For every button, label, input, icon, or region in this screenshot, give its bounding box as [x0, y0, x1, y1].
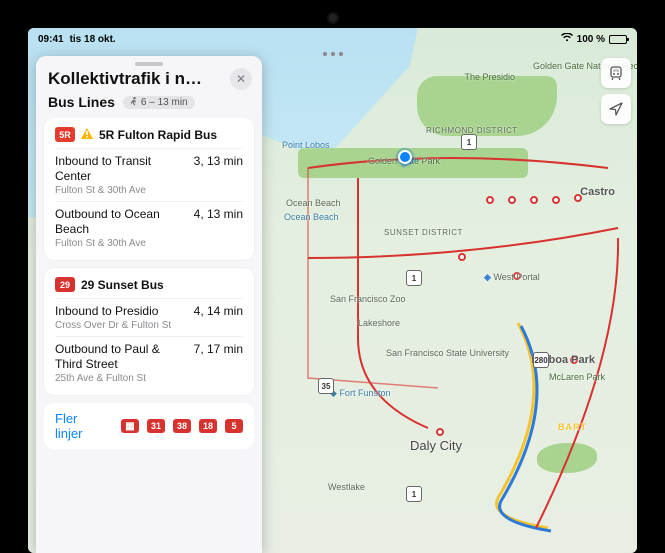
- map-controls: [601, 58, 631, 124]
- map-label: SUNSET DISTRICT: [384, 228, 463, 237]
- close-button[interactable]: ✕: [230, 68, 252, 90]
- walk-time-chip: 6 – 13 min: [123, 96, 195, 109]
- highway-shield: 1: [406, 486, 422, 502]
- bus-line-card[interactable]: 29 29 Sunset Bus Inbound to Presidio Cro…: [44, 268, 254, 395]
- direction-row[interactable]: Outbound to Ocean Beach Fulton St & 30th…: [55, 201, 243, 254]
- direction-row[interactable]: Inbound to Presidio Cross Over Dr & Fult…: [55, 298, 243, 336]
- direction-title: Inbound to Presidio: [55, 304, 186, 319]
- multitask-dots-icon[interactable]: [323, 52, 343, 56]
- wifi-icon: [561, 33, 573, 45]
- map-label: Lakeshore: [358, 318, 400, 328]
- user-location-dot[interactable]: [398, 150, 412, 164]
- direction-row[interactable]: Inbound to Transit Center Fulton St & 30…: [55, 148, 243, 201]
- panel-grabber[interactable]: [135, 62, 163, 66]
- transit-stop[interactable]: [436, 428, 444, 436]
- transit-stop[interactable]: [508, 196, 516, 204]
- line-badge: ▦: [121, 419, 139, 433]
- line-badge: 29: [55, 277, 75, 292]
- device-frame: 09:41 tis 18 okt. 100 %: [0, 0, 665, 553]
- transit-stop[interactable]: [552, 196, 560, 204]
- status-bar: 09:41 tis 18 okt. 100 %: [28, 28, 637, 48]
- alert-icon: [81, 128, 93, 142]
- map-label: Golden Gate National Recreation Area: [533, 62, 603, 71]
- status-date: tis 18 okt.: [70, 34, 116, 45]
- locate-me-button[interactable]: [601, 94, 631, 124]
- map-label: San Francisco State University: [386, 348, 466, 358]
- more-lines-row[interactable]: Fler linjer ▦ 31 38 18 5: [44, 403, 254, 449]
- map-label: Ocean Beach: [284, 212, 339, 222]
- map-label: Westlake: [328, 482, 365, 492]
- direction-title: Inbound to Transit Center: [55, 154, 186, 184]
- line-badge: 38: [173, 419, 191, 433]
- line-badge: 5: [225, 419, 243, 433]
- map-label: Ocean Beach: [286, 198, 341, 208]
- line-badge: 18: [199, 419, 217, 433]
- battery-icon: [609, 35, 627, 44]
- line-name: 29 Sunset Bus: [81, 278, 164, 292]
- direction-stop: Fulton St & 30th Ave: [55, 238, 186, 249]
- map-label: ◆ Fort Funston: [330, 388, 390, 399]
- direction-stop: Cross Over Dr & Fulton St: [55, 320, 186, 331]
- map-label: ◈ West Portal: [484, 272, 540, 283]
- direction-title: Outbound to Paul & Third Street: [55, 342, 186, 372]
- walk-icon: [130, 97, 138, 107]
- transit-stop[interactable]: [486, 196, 494, 204]
- direction-title: Outbound to Ocean Beach: [55, 207, 186, 237]
- close-icon: ✕: [236, 72, 246, 86]
- highway-shield: 280: [533, 352, 549, 368]
- direction-row[interactable]: Outbound to Paul & Third Street 25th Ave…: [55, 336, 243, 389]
- direction-stop: Fulton St & 30th Ave: [55, 185, 186, 196]
- map-label: McLaren Park: [549, 372, 605, 382]
- transit-mode-button[interactable]: [601, 58, 631, 88]
- map-label: Castro: [580, 186, 615, 198]
- highway-shield: 35: [318, 378, 334, 394]
- screen: 09:41 tis 18 okt. 100 %: [28, 28, 637, 553]
- map-label: The Presidio: [464, 72, 515, 82]
- map-label: BART: [558, 422, 587, 432]
- direction-eta: 7, 17 min: [194, 342, 243, 384]
- direction-eta: 3, 13 min: [194, 154, 243, 196]
- line-badge: 5R: [55, 127, 75, 142]
- line-name: 5R Fulton Rapid Bus: [99, 128, 217, 142]
- more-lines-label: Fler linjer: [55, 411, 105, 441]
- transit-panel: Kollektivtrafik i n… ✕ Bus Lines 6 – 13 …: [36, 56, 262, 553]
- map-label: Daly City: [410, 438, 462, 453]
- highway-shield: 1: [461, 134, 477, 150]
- direction-eta: 4, 13 min: [194, 207, 243, 249]
- direction-eta: 4, 14 min: [194, 304, 243, 331]
- lines-list[interactable]: 5R 5R Fulton Rapid Bus Inbound to Transi…: [36, 118, 262, 457]
- transit-stop[interactable]: [458, 253, 466, 261]
- line-badge: 31: [147, 419, 165, 433]
- device-camera: [329, 14, 337, 22]
- bus-line-card[interactable]: 5R 5R Fulton Rapid Bus Inbound to Transi…: [44, 118, 254, 260]
- panel-title: Kollektivtrafik i n…: [48, 69, 224, 89]
- battery-percent: 100 %: [577, 34, 605, 45]
- map-label: Point Lobos: [282, 140, 330, 150]
- highway-shield: 1: [406, 270, 422, 286]
- direction-stop: 25th Ave & Fulton St: [55, 373, 186, 384]
- section-title: Bus Lines: [48, 94, 115, 110]
- map-label: San Francisco Zoo: [330, 294, 400, 304]
- transit-stop[interactable]: [530, 196, 538, 204]
- status-time: 09:41: [38, 34, 64, 45]
